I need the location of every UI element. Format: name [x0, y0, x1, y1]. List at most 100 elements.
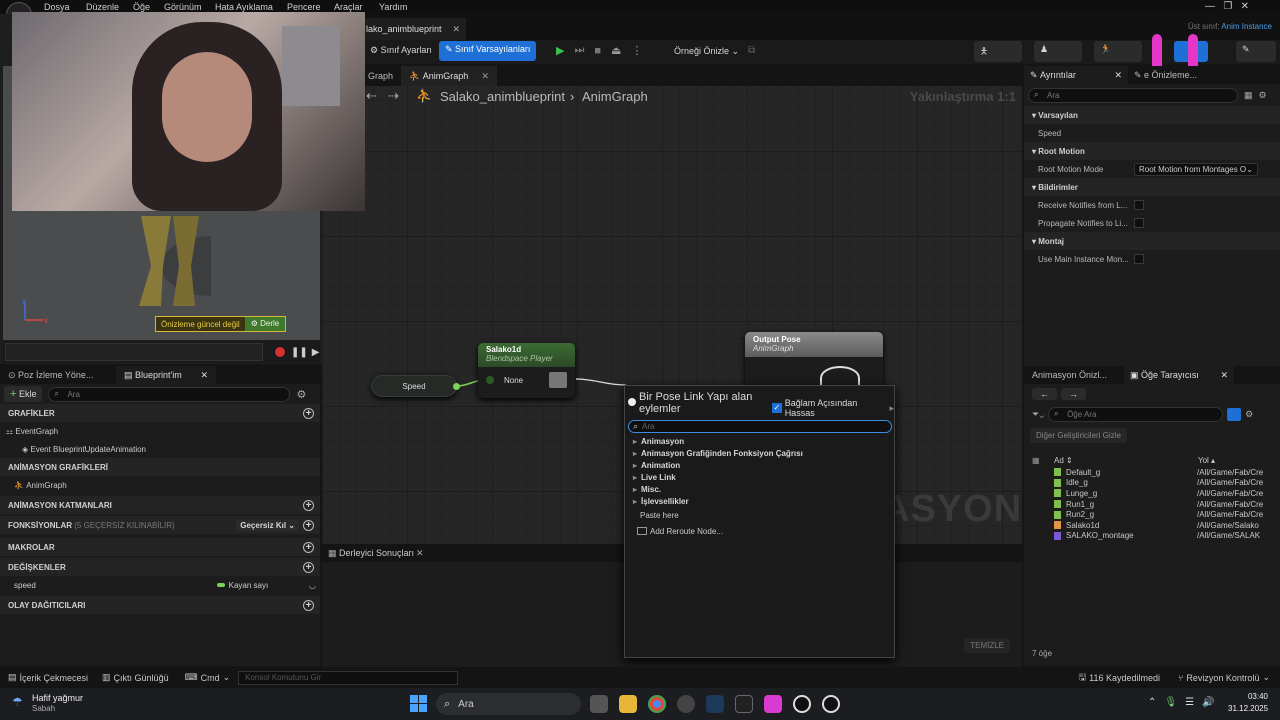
menu-file[interactable]: Dosya [44, 2, 70, 12]
more-icon[interactable]: ⋮ [631, 44, 642, 57]
tab-pose-watch[interactable]: ⊙ Poz İzleme Yöne... [0, 370, 116, 381]
output-log-button[interactable]: ▥ Çıktı Günlüğü [102, 672, 169, 683]
close-icon[interactable]: ✕ [452, 24, 460, 35]
grid-view-icon[interactable]: ▦ [1244, 90, 1253, 101]
github-icon[interactable] [677, 695, 695, 713]
output-pose-node[interactable]: Output Pose AnimGraph [745, 332, 883, 390]
tab-event-graph[interactable]: Graph [360, 71, 401, 81]
input-pin-icon[interactable] [486, 376, 494, 384]
asset-row[interactable]: SALAKO_montage/All/Game/SALAK [1054, 531, 1272, 542]
play-icon[interactable]: ▶ [556, 44, 564, 57]
task-view-icon[interactable] [590, 695, 608, 713]
add-layer-icon[interactable]: + [303, 499, 314, 511]
class-settings-button[interactable]: ⚙ Sınıf Ayarları [364, 42, 438, 59]
functions-section-header[interactable]: FONKSİYONLAR (5 GEÇERSİZ KILINABİLİR) Ge… [0, 516, 320, 534]
gear-icon[interactable]: ⚙ [296, 388, 306, 401]
add-graph-icon[interactable]: + [303, 407, 314, 419]
blendspace-thumbnail-icon[interactable] [549, 372, 567, 388]
main-instance-montage-checkbox[interactable] [1134, 254, 1144, 264]
montage-section[interactable]: ▾ Montaj [1024, 232, 1280, 250]
menu-tools[interactable]: Araçlar [334, 2, 363, 12]
checkbox-checked-icon[interactable]: ✓ [772, 403, 782, 413]
step-icon[interactable]: ⏭ [574, 44, 584, 57]
gear-icon[interactable]: ⚙ [1259, 90, 1267, 101]
timeline-scrubber[interactable] [5, 343, 263, 361]
asset-row[interactable]: Lunge_g/All/Game/Fab/Cre [1054, 488, 1272, 499]
menu-asset[interactable]: Öğe [133, 2, 150, 12]
add-button[interactable]: + Ekle [4, 386, 43, 402]
forward-arrow-icon[interactable]: ⇢ [388, 88, 399, 104]
speed-variable-node[interactable]: Speed [371, 375, 460, 397]
tab-preview-settings[interactable]: ✎ e Önizleme... [1128, 70, 1203, 81]
path-column-header[interactable]: Yol ▴ [1198, 456, 1215, 465]
unreal-engine-icon[interactable] [793, 695, 811, 713]
asset-row[interactable]: Idle_g/All/Game/Fab/Cre [1054, 478, 1272, 489]
tab-anim-graph[interactable]: ⛹ AnimGraph ✕ [401, 66, 498, 86]
category-item[interactable]: ▸ Misc. [627, 483, 893, 495]
breadcrumb-current[interactable]: AnimGraph [582, 89, 648, 104]
root-motion-section[interactable]: ▾ Root Motion [1024, 142, 1280, 160]
details-search[interactable]: ⌕ Ara [1028, 87, 1238, 103]
add-macro-icon[interactable]: + [303, 541, 314, 553]
close-icon[interactable]: ✕ [481, 71, 489, 82]
close-icon[interactable]: ✕ [200, 370, 208, 381]
asset-row[interactable]: Salako1d/All/Game/Salako [1054, 520, 1272, 531]
event-node-item[interactable]: ◈ Event BlueprintUpdateAnimation [0, 440, 320, 458]
graphs-section-header[interactable]: GRAFİKLER + [0, 404, 320, 422]
asset-search-input[interactable]: ⌕ Öğe Ara [1048, 406, 1224, 422]
debug-filter-icon[interactable]: ⧉ [748, 45, 755, 56]
close-icon[interactable]: ✕ [1220, 370, 1228, 381]
clock[interactable]: 03:40 31.12.2025 [1228, 692, 1268, 713]
my-blueprint-search[interactable]: ⌕ Ara [48, 386, 291, 402]
category-item[interactable]: ▸ Animation [627, 459, 893, 471]
variable-row[interactable]: speed Kayan sayı ◡ [0, 576, 320, 594]
event-graph-item[interactable]: ⚏ EventGraph [0, 422, 320, 440]
notifies-section[interactable]: ▾ Bildirimler [1024, 178, 1280, 196]
breadcrumb-root[interactable]: Salako_animblueprint [440, 89, 565, 104]
network-icon[interactable]: ☰ [1185, 697, 1194, 708]
anim-graphs-section-header[interactable]: ANİMASYON GRAFİKLERİ [0, 458, 320, 476]
tab-animation-preview[interactable]: Animasyon Önizl... [1024, 370, 1124, 380]
microphone-icon[interactable]: 🎙 [1164, 697, 1177, 708]
tab-details[interactable]: ✎ Ayrıntılar ✕ [1024, 66, 1128, 84]
mode-mesh-button[interactable]: ♟ [1034, 41, 1082, 62]
add-dispatcher-icon[interactable]: + [303, 599, 314, 611]
save-folder-icon[interactable] [1227, 407, 1242, 421]
back-arrow-icon[interactable]: ⇠ [366, 88, 377, 104]
close-icon[interactable]: ✕ [416, 548, 424, 559]
receive-notifies-checkbox[interactable] [1134, 200, 1144, 210]
filter-icon[interactable]: ⏷⌄ [1032, 409, 1044, 420]
volume-icon[interactable]: 🔊 [1202, 697, 1214, 708]
tab-my-blueprint[interactable]: ▤ Blueprint'im ✕ [116, 366, 216, 384]
override-dropdown[interactable]: Geçersiz Kıl ⌄ [236, 519, 299, 531]
clear-button[interactable]: TEMİZLE [964, 638, 1010, 653]
gear-icon[interactable]: ⚙ [1245, 409, 1253, 420]
window-controls[interactable]: — ❐ ✕ [1205, 1, 1249, 12]
unreal-engine-icon[interactable] [822, 695, 840, 713]
mode-physics-button[interactable]: ✎ [1236, 41, 1276, 62]
root-motion-mode-dropdown[interactable]: Root Motion from Montages Or ⌄ [1134, 162, 1258, 176]
menu-view[interactable]: Görünüm [164, 2, 202, 12]
category-item[interactable]: ▸ Live Link [627, 471, 893, 483]
anim-layers-section-header[interactable]: ANİMASYON KATMANLARI + [0, 496, 320, 514]
defaults-section[interactable]: ▾ Varsayılan [1024, 106, 1280, 124]
paste-here-action[interactable]: Paste here [627, 507, 893, 523]
category-item[interactable]: ▸ Animasyon Grafiğinden Fonksiyon Çağrısı [627, 447, 893, 459]
obs-icon[interactable] [764, 695, 782, 713]
revision-control-button[interactable]: ⑂ Revizyon Kontrolü ⌄ [1178, 672, 1270, 683]
hide-other-devs-button[interactable]: Diğer Geliştiricileri Gizle [1030, 428, 1127, 443]
back-arrow-icon[interactable]: ← [1032, 388, 1057, 400]
record-icon[interactable] [275, 347, 285, 357]
content-drawer-button[interactable]: ▤ İçerik Çekmecesi [8, 672, 88, 683]
menu-help[interactable]: Yardım [379, 2, 407, 12]
cmd-dropdown[interactable]: ⌨ Cmd ⌄ [185, 672, 231, 683]
start-button[interactable] [410, 695, 427, 712]
pause-icon[interactable]: ❚❚ [291, 347, 308, 358]
category-item[interactable]: ▸ Animasyon [627, 435, 893, 447]
asset-row[interactable]: Default_g/All/Game/Fab/Cre [1054, 467, 1272, 478]
epic-games-icon[interactable] [735, 695, 753, 713]
mode-skeleton-button[interactable]: 🯅 [974, 41, 1022, 62]
play-icon[interactable]: ▶ [312, 347, 320, 358]
eye-icon[interactable]: ◡ [309, 581, 316, 590]
anim-graph-item[interactable]: ⛹ AnimGraph [0, 476, 320, 494]
